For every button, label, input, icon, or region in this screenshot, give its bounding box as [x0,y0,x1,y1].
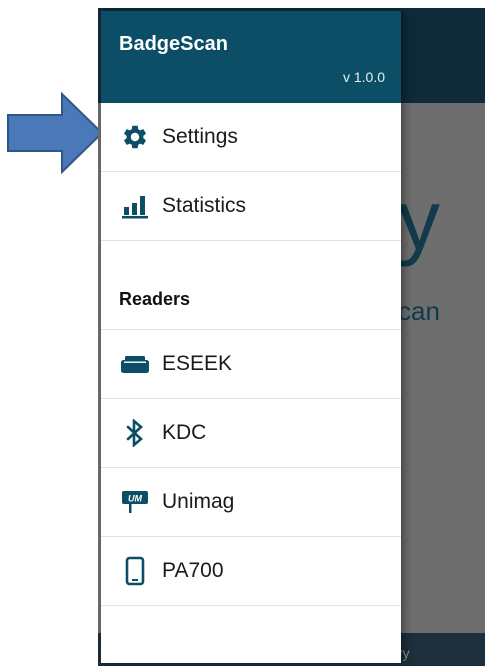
menu-item-statistics[interactable]: Statistics [101,172,401,241]
app-title: BadgeScan [119,33,228,55]
navigation-drawer: BadgeScan v 1.0.0 Settings Statistics Re… [101,11,401,663]
bar-chart-icon [120,191,150,221]
reader-item-label: PA700 [162,559,224,582]
app-version: v 1.0.0 [342,69,385,85]
drawer-header: BadgeScan v 1.0.0 [101,11,401,103]
reader-item-unimag[interactable]: UM Unimag [101,468,401,537]
reader-item-kdc[interactable]: KDC [101,399,401,468]
reader-item-label: Unimag [162,490,235,513]
gear-icon [120,122,150,152]
pointer-arrow [7,92,104,174]
bluetooth-icon [120,418,150,448]
background-heading-text: y [398,173,440,267]
reader-item-eseek[interactable]: ESEEK [101,330,401,399]
menu-item-label: Statistics [162,194,247,217]
background-subtitle-text: can [398,296,440,326]
svg-text:UM: UM [128,494,142,504]
reader-item-pa700[interactable]: PA700 [101,537,401,606]
unimag-icon: UM [120,487,150,517]
menu-item-settings[interactable]: Settings [101,103,401,172]
phone-screen: y can ry BadgeScan v 1.0.0 Settings Stat… [98,8,485,666]
readers-section-heading: Readers [101,249,401,330]
card-reader-icon [120,349,150,379]
phone-icon [120,556,150,586]
reader-item-label: KDC [162,421,207,444]
readers-heading-label: Readers [119,289,191,309]
reader-item-label: ESEEK [162,352,233,375]
menu-item-label: Settings [162,125,238,148]
